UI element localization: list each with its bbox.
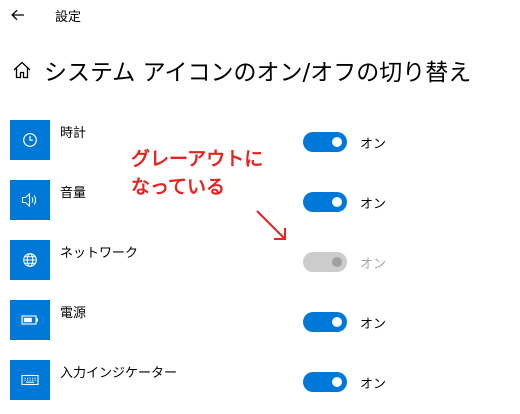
input-indicator-tile: [10, 360, 50, 400]
network-tile: [10, 240, 50, 280]
annotation-arrow-icon: [256, 210, 286, 240]
setting-row-power: 電源 オン: [10, 300, 510, 340]
setting-label: 入力インジケーター: [60, 366, 178, 381]
home-icon[interactable]: [10, 58, 34, 82]
annotation-line-2: なっている: [131, 176, 226, 198]
toggle-state-label: オン: [360, 197, 387, 212]
clock-toggle[interactable]: [303, 132, 347, 152]
annotation-line-1: グレーアウトに: [131, 148, 264, 170]
battery-icon: [21, 315, 38, 325]
clock-tile: [10, 120, 50, 160]
power-tile: [10, 300, 50, 340]
network-toggle: [303, 252, 347, 272]
title-bar: 設定: [0, 0, 520, 30]
toggle-state-label: オン: [360, 317, 387, 332]
globe-icon: [23, 253, 37, 267]
annotation-note: グレーアウトに なっている: [131, 145, 263, 201]
power-toggle[interactable]: [303, 312, 347, 332]
volume-tile: [10, 180, 50, 220]
setting-row-network: ネットワーク オン: [10, 240, 510, 280]
setting-label: 時計: [60, 126, 87, 141]
toggle-knob: [332, 377, 342, 387]
setting-label: ネットワーク: [60, 246, 139, 261]
toggle-state-label: オン: [360, 137, 387, 152]
toggle-state-label: オン: [360, 257, 387, 272]
page-header: システム アイコンのオン/オフの切り替え: [10, 52, 471, 88]
toggle-knob: [332, 317, 342, 327]
back-button[interactable]: [8, 5, 28, 25]
setting-label: 電源: [60, 306, 87, 321]
toggle-state-label: オン: [360, 377, 387, 392]
setting-row-input-indicator: 入力インジケーター オン: [10, 360, 510, 400]
input-indicator-toggle[interactable]: [303, 372, 347, 392]
toggle-knob: [332, 197, 342, 207]
volume-toggle[interactable]: [303, 192, 347, 212]
back-arrow-icon: [11, 9, 24, 21]
speaker-icon: [21, 192, 37, 208]
clock-icon: [23, 133, 37, 147]
app-title: 設定: [55, 10, 82, 25]
setting-label: 音量: [60, 186, 87, 201]
toggle-knob: [332, 137, 342, 147]
keyboard-icon: [21, 374, 39, 386]
toggle-knob: [332, 257, 342, 267]
page-title: システム アイコンのオン/オフの切り替え: [44, 60, 472, 86]
